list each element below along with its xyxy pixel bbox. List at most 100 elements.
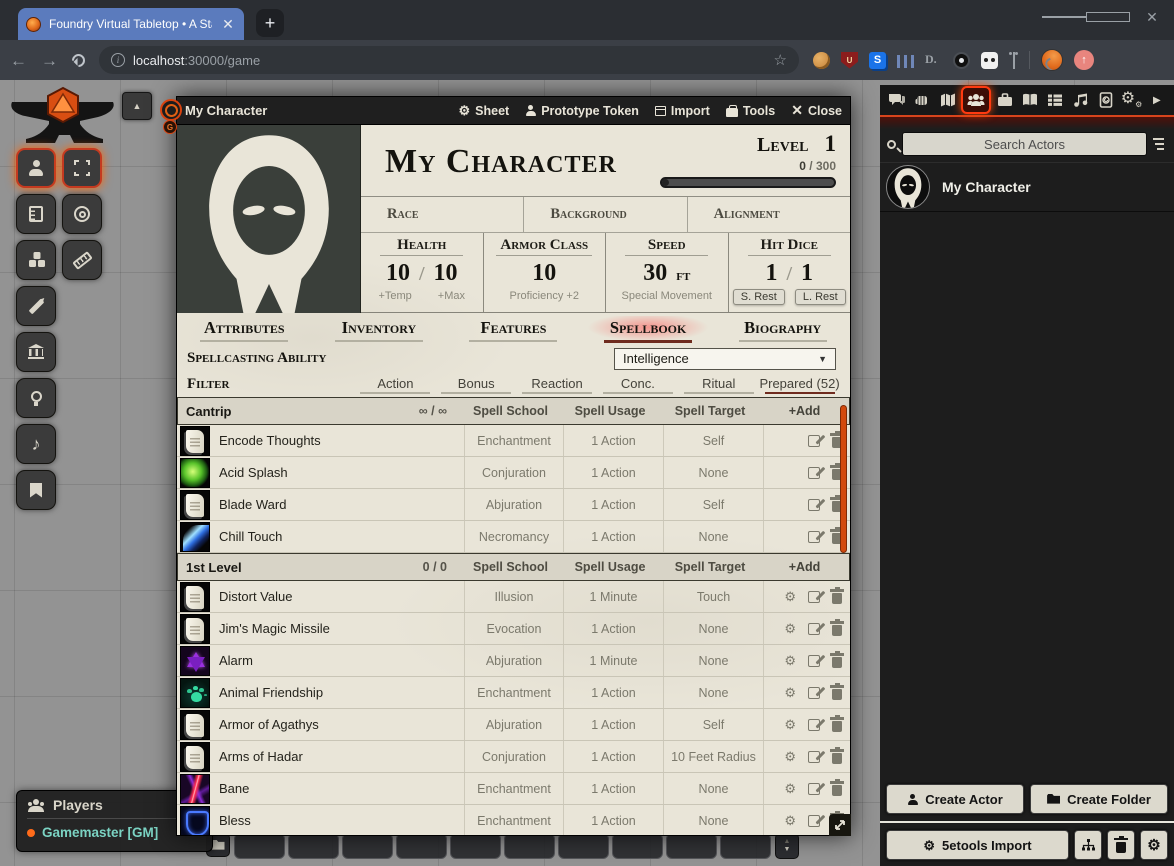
filter-bonus[interactable]: Bonus — [436, 376, 517, 394]
shield-extension-icon[interactable]: U — [841, 52, 858, 69]
spell-icon[interactable] — [180, 806, 210, 836]
special-movement-link[interactable]: Special Movement — [622, 290, 713, 302]
spell-row[interactable]: Distort Value Illusion 1 Minute Touch ⚙ — [177, 581, 850, 613]
tile-tools-button[interactable] — [16, 332, 56, 372]
prepare-toggle[interactable]: ⚙ — [784, 590, 796, 603]
spell-row[interactable]: Bane Enchantment 1 Action None ⚙ — [177, 773, 850, 805]
spell-icon[interactable] — [180, 678, 210, 708]
spell-row[interactable]: Alarm Abjuration 1 Minute None ⚙ — [177, 645, 850, 677]
spell-list-scrollbar[interactable] — [840, 405, 847, 553]
tab-close-icon[interactable]: ✕ — [220, 16, 236, 33]
ruler-tool-button[interactable] — [16, 194, 56, 234]
bookmark-star-icon[interactable]: ☆ — [774, 51, 787, 69]
add-spell-button[interactable]: +Add — [760, 560, 849, 574]
actor-avatar[interactable] — [886, 165, 930, 209]
spell-name[interactable]: Armor of Agathys — [211, 717, 464, 732]
back-button[interactable]: ← — [10, 52, 27, 69]
spellcasting-ability-select[interactable]: Intelligence ▼ — [614, 348, 836, 370]
macro-slot[interactable] — [342, 833, 393, 859]
prototype-token-button[interactable]: Prototype Token — [525, 104, 639, 118]
spell-icon[interactable] — [180, 458, 210, 488]
spell-row[interactable]: Acid Splash Conjuration 1 Action None — [177, 457, 850, 489]
macro-slot[interactable] — [612, 833, 663, 859]
alignment-field[interactable]: Alignment — [688, 197, 850, 232]
folder-tree-button[interactable] — [1074, 830, 1102, 860]
delete-all-button[interactable] — [1107, 830, 1135, 860]
edit-spell-icon[interactable] — [808, 719, 820, 731]
fork-extension-icon[interactable] — [1009, 52, 1018, 69]
update-icon[interactable]: ↑ — [1074, 50, 1094, 70]
tools-button[interactable]: Tools — [726, 104, 775, 118]
reload-button[interactable] — [69, 51, 87, 69]
delete-spell-icon[interactable] — [832, 753, 842, 764]
macro-slot[interactable] — [666, 833, 717, 859]
search-actors-input[interactable] — [902, 132, 1147, 156]
create-folder-button[interactable]: Create Folder — [1030, 784, 1168, 814]
drawing-tools-button[interactable] — [16, 286, 56, 326]
prepare-toggle[interactable]: ⚙ — [784, 750, 796, 763]
tab-inventory[interactable]: Inventory — [312, 316, 447, 342]
bars-extension-icon[interactable] — [897, 55, 914, 68]
spell-name[interactable]: Distort Value — [211, 589, 464, 604]
tab-compendium[interactable] — [1094, 88, 1118, 112]
edit-spell-icon[interactable] — [808, 591, 820, 603]
character-portrait[interactable] — [177, 125, 361, 313]
short-rest-button[interactable]: S. Rest — [733, 289, 785, 305]
settings-button[interactable]: ⚙ — [1140, 830, 1168, 860]
spell-row[interactable]: Arms of Hadar Conjuration 1 Action 10 Fe… — [177, 741, 850, 773]
edit-spell-icon[interactable] — [808, 783, 820, 795]
spell-icon[interactable] — [180, 522, 210, 552]
long-rest-button[interactable]: L. Rest — [795, 289, 846, 305]
tab-combat[interactable] — [910, 88, 934, 112]
spell-icon[interactable] — [180, 582, 210, 612]
hit-dice-values[interactable]: 1/1 — [765, 260, 813, 287]
tab-actors[interactable] — [961, 86, 991, 114]
spell-icon[interactable] — [180, 490, 210, 520]
s-extension-icon[interactable]: S — [869, 52, 886, 69]
spell-row[interactable]: Animal Friendship Enchantment 1 Action N… — [177, 677, 850, 709]
spell-list[interactable]: Cantrip ∞ / ∞ Spell School Spell Usage S… — [177, 397, 850, 835]
delete-spell-icon[interactable] — [832, 625, 842, 636]
tab-spellbook[interactable]: Spellbook — [581, 316, 716, 343]
spell-row[interactable]: Blade Ward Abjuration 1 Action Self — [177, 489, 850, 521]
minimize-button[interactable] — [1042, 0, 1086, 34]
temp-hp-link[interactable]: +Temp — [378, 290, 411, 302]
spell-name[interactable]: Jim's Magic Missile — [211, 621, 464, 636]
spell-name[interactable]: Blade Ward — [211, 497, 464, 512]
measure-tool-button[interactable] — [62, 240, 102, 280]
spell-name[interactable]: Acid Splash — [211, 465, 464, 480]
prepare-toggle[interactable]: ⚙ — [784, 686, 796, 699]
health-values[interactable]: 10/10 — [386, 260, 458, 287]
filter-concentration[interactable]: Conc. — [597, 376, 678, 394]
actor-list-item[interactable]: My Character — [880, 162, 1174, 212]
spell-row[interactable]: Bless Enchantment 1 Action None ⚙ — [177, 805, 850, 835]
token-tool-button[interactable] — [16, 148, 56, 188]
site-info-icon[interactable]: i — [111, 53, 125, 67]
spell-icon[interactable] — [180, 774, 210, 804]
edit-spell-icon[interactable] — [808, 655, 820, 667]
prepare-toggle[interactable]: ⚙ — [784, 718, 796, 731]
tab-biography[interactable]: Biography — [715, 316, 850, 342]
ac-value[interactable]: 10 — [532, 260, 556, 287]
tab-playlists[interactable] — [1069, 88, 1093, 112]
edit-spell-icon[interactable] — [808, 751, 820, 763]
race-field[interactable]: Race — [361, 197, 524, 232]
spell-row[interactable]: Encode Thoughts Enchantment 1 Action Sel… — [177, 425, 850, 457]
cookie-extension-icon[interactable] — [813, 52, 830, 69]
forward-button[interactable]: → — [41, 52, 58, 69]
spell-row[interactable]: Armor of Agathys Abjuration 1 Action Sel… — [177, 709, 850, 741]
spell-name[interactable]: Animal Friendship — [211, 685, 464, 700]
spell-name[interactable]: Bane — [211, 781, 464, 796]
spell-name[interactable]: Alarm — [211, 653, 464, 668]
tab-journal[interactable] — [1018, 88, 1042, 112]
sort-filter-icon[interactable] — [1153, 138, 1167, 150]
delete-spell-icon[interactable] — [832, 721, 842, 732]
add-spell-button[interactable]: +Add — [760, 404, 849, 418]
tab-attributes[interactable]: Attributes — [177, 316, 312, 342]
filter-ritual[interactable]: Ritual — [678, 376, 759, 394]
macro-slot[interactable] — [504, 833, 555, 859]
edit-spell-icon[interactable] — [808, 687, 820, 699]
macro-slot[interactable] — [720, 833, 771, 859]
xp-display[interactable]: 0 / 300 — [799, 159, 836, 173]
target-tool-button[interactable] — [62, 194, 102, 234]
